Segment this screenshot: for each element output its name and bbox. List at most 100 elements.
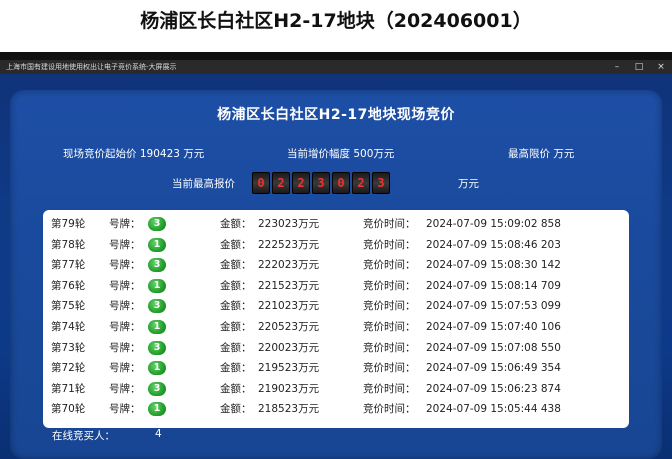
bid-time: 2024-07-09 15:09:02 858 <box>426 218 561 230</box>
bid-amount: 223023万元 <box>258 218 320 230</box>
bid-row: 第74轮 号牌： 1 金额： 220523万元 竞价时间： 2024-07-09… <box>43 317 629 338</box>
online-bidders-count: 4 <box>155 428 162 440</box>
bid-time: 2024-07-09 15:06:49 354 <box>426 362 561 375</box>
time-label: 竞价时间： <box>363 382 416 395</box>
plate-label: 号牌： <box>109 259 141 272</box>
time-label: 竞价时间： <box>363 238 416 251</box>
plate-badge: 3 <box>148 217 166 231</box>
plate-badge: 1 <box>148 320 166 334</box>
bid-time: 2024-07-09 15:07:08 550 <box>426 341 561 354</box>
plate-label: 号牌： <box>109 403 141 416</box>
amount-label: 金额： <box>220 259 252 272</box>
plate-label: 号牌： <box>109 341 141 354</box>
window-title-bar: 上海市国有建设用地使用权出让电子竞价系统-大屏展示 – □ × <box>0 60 672 74</box>
price-digit: 0 <box>252 172 270 194</box>
amount-label: 金额： <box>220 321 252 333</box>
time-label: 竞价时间： <box>363 300 416 313</box>
bid-time: 2024-07-09 15:05:44 438 <box>426 403 561 416</box>
max-price-unit: 万元 <box>553 148 575 160</box>
plate-badge: 3 <box>148 340 166 355</box>
increment: 当前增价幅度 500万元 <box>287 146 394 161</box>
bid-round: 第70轮 <box>51 403 86 416</box>
max-price: 最高限价 万元 <box>508 146 574 161</box>
maximize-button[interactable]: □ <box>632 61 646 73</box>
bid-row: 第75轮 号牌： 3 金额： 221023万元 竞价时间： 2024-07-09… <box>43 296 629 317</box>
plate-label: 号牌： <box>109 300 141 313</box>
time-label: 竞价时间： <box>363 218 416 230</box>
amount-label: 金额： <box>220 382 252 395</box>
current-high-odometer: 0 2 2 3 0 2 3 <box>252 172 390 194</box>
max-price-label: 最高限价 <box>508 148 550 160</box>
bid-row: 第77轮 号牌： 3 金额： 222023万元 竞价时间： 2024-07-09… <box>43 255 629 276</box>
amount-label: 金额： <box>220 300 252 313</box>
start-price-label: 现场竞价起始价 <box>63 148 137 160</box>
bid-row: 第78轮 号牌： 1 金额： 222523万元 竞价时间： 2024-07-09… <box>43 235 629 256</box>
bid-row: 第72轮 号牌： 1 金额： 219523万元 竞价时间： 2024-07-09… <box>43 358 629 379</box>
increment-label: 当前增价幅度 <box>287 148 350 160</box>
bid-time: 2024-07-09 15:07:53 099 <box>426 300 561 313</box>
bid-round: 第74轮 <box>51 321 86 333</box>
bid-amount: 222523万元 <box>258 238 320 251</box>
amount-label: 金额： <box>220 218 252 230</box>
plate-label: 号牌： <box>109 238 141 251</box>
bid-round: 第72轮 <box>51 362 86 375</box>
bid-amount: 221523万元 <box>258 279 320 292</box>
plate-badge: 1 <box>148 361 166 376</box>
price-digit: 0 <box>332 172 350 194</box>
bid-round: 第79轮 <box>51 218 86 230</box>
bid-row: 第71轮 号牌： 3 金额： 219023万元 竞价时间： 2024-07-09… <box>43 379 629 400</box>
bid-row: 第73轮 号牌： 3 金额： 220023万元 竞价时间： 2024-07-09… <box>43 338 629 359</box>
bid-round: 第78轮 <box>51 238 86 251</box>
price-digit: 3 <box>312 172 330 194</box>
close-button[interactable]: × <box>654 61 668 73</box>
bid-time: 2024-07-09 15:08:14 709 <box>426 279 561 292</box>
start-price: 现场竞价起始价 190423 万元 <box>63 146 204 161</box>
plate-badge: 1 <box>148 278 166 293</box>
plate-badge: 3 <box>148 299 166 314</box>
plate-badge: 3 <box>148 258 166 273</box>
window-controls: – □ × <box>610 61 668 73</box>
page-title: 杨浦区长白社区H2-17地块（202406001） <box>140 10 532 32</box>
bid-round: 第76轮 <box>51 279 86 292</box>
bid-amount: 219523万元 <box>258 362 320 375</box>
bid-round: 第71轮 <box>51 382 86 395</box>
time-label: 竞价时间： <box>363 403 416 416</box>
plate-badge: 1 <box>148 237 166 252</box>
bid-history-list: 第79轮 号牌： 3 金额： 223023万元 竞价时间： 2024-07-09… <box>43 210 629 428</box>
bid-time: 2024-07-09 15:07:40 106 <box>426 321 561 333</box>
price-digit: 2 <box>272 172 290 194</box>
bid-time: 2024-07-09 15:06:23 874 <box>426 382 561 395</box>
bid-row: 第76轮 号牌： 1 金额： 221523万元 竞价时间： 2024-07-09… <box>43 276 629 297</box>
time-label: 竞价时间： <box>363 362 416 375</box>
plate-label: 号牌： <box>109 362 141 375</box>
amount-label: 金额： <box>220 279 252 292</box>
bid-amount: 220023万元 <box>258 341 320 354</box>
plate-label: 号牌： <box>109 382 141 395</box>
bid-round: 第75轮 <box>51 300 86 313</box>
plate-label: 号牌： <box>109 218 141 230</box>
time-label: 竞价时间： <box>363 279 416 292</box>
minimize-button[interactable]: – <box>610 61 624 73</box>
amount-label: 金额： <box>220 362 252 375</box>
bid-amount: 222023万元 <box>258 259 320 272</box>
plate-label: 号牌： <box>109 279 141 292</box>
bid-amount: 219023万元 <box>258 382 320 395</box>
start-price-value: 190423 <box>139 148 180 160</box>
current-high-unit: 万元 <box>458 178 479 190</box>
bid-amount: 218523万元 <box>258 403 320 416</box>
bid-row: 第79轮 号牌： 3 金额： 223023万元 竞价时间： 2024-07-09… <box>43 214 629 235</box>
plate-badge: 1 <box>148 402 166 417</box>
amount-label: 金额： <box>220 403 252 416</box>
bid-amount: 221023万元 <box>258 300 320 313</box>
bid-time: 2024-07-09 15:08:30 142 <box>426 259 561 272</box>
amount-label: 金额： <box>220 341 252 354</box>
plate-badge: 3 <box>148 381 166 396</box>
increment-value: 500万元 <box>353 148 395 160</box>
time-label: 竞价时间： <box>363 321 416 333</box>
price-digit: 2 <box>292 172 310 194</box>
bid-time: 2024-07-09 15:08:46 203 <box>426 238 561 251</box>
amount-label: 金额： <box>220 238 252 251</box>
bid-round: 第77轮 <box>51 259 86 272</box>
start-price-unit: 万元 <box>183 148 205 160</box>
online-bidders-label: 在线竞买人： <box>52 430 115 442</box>
